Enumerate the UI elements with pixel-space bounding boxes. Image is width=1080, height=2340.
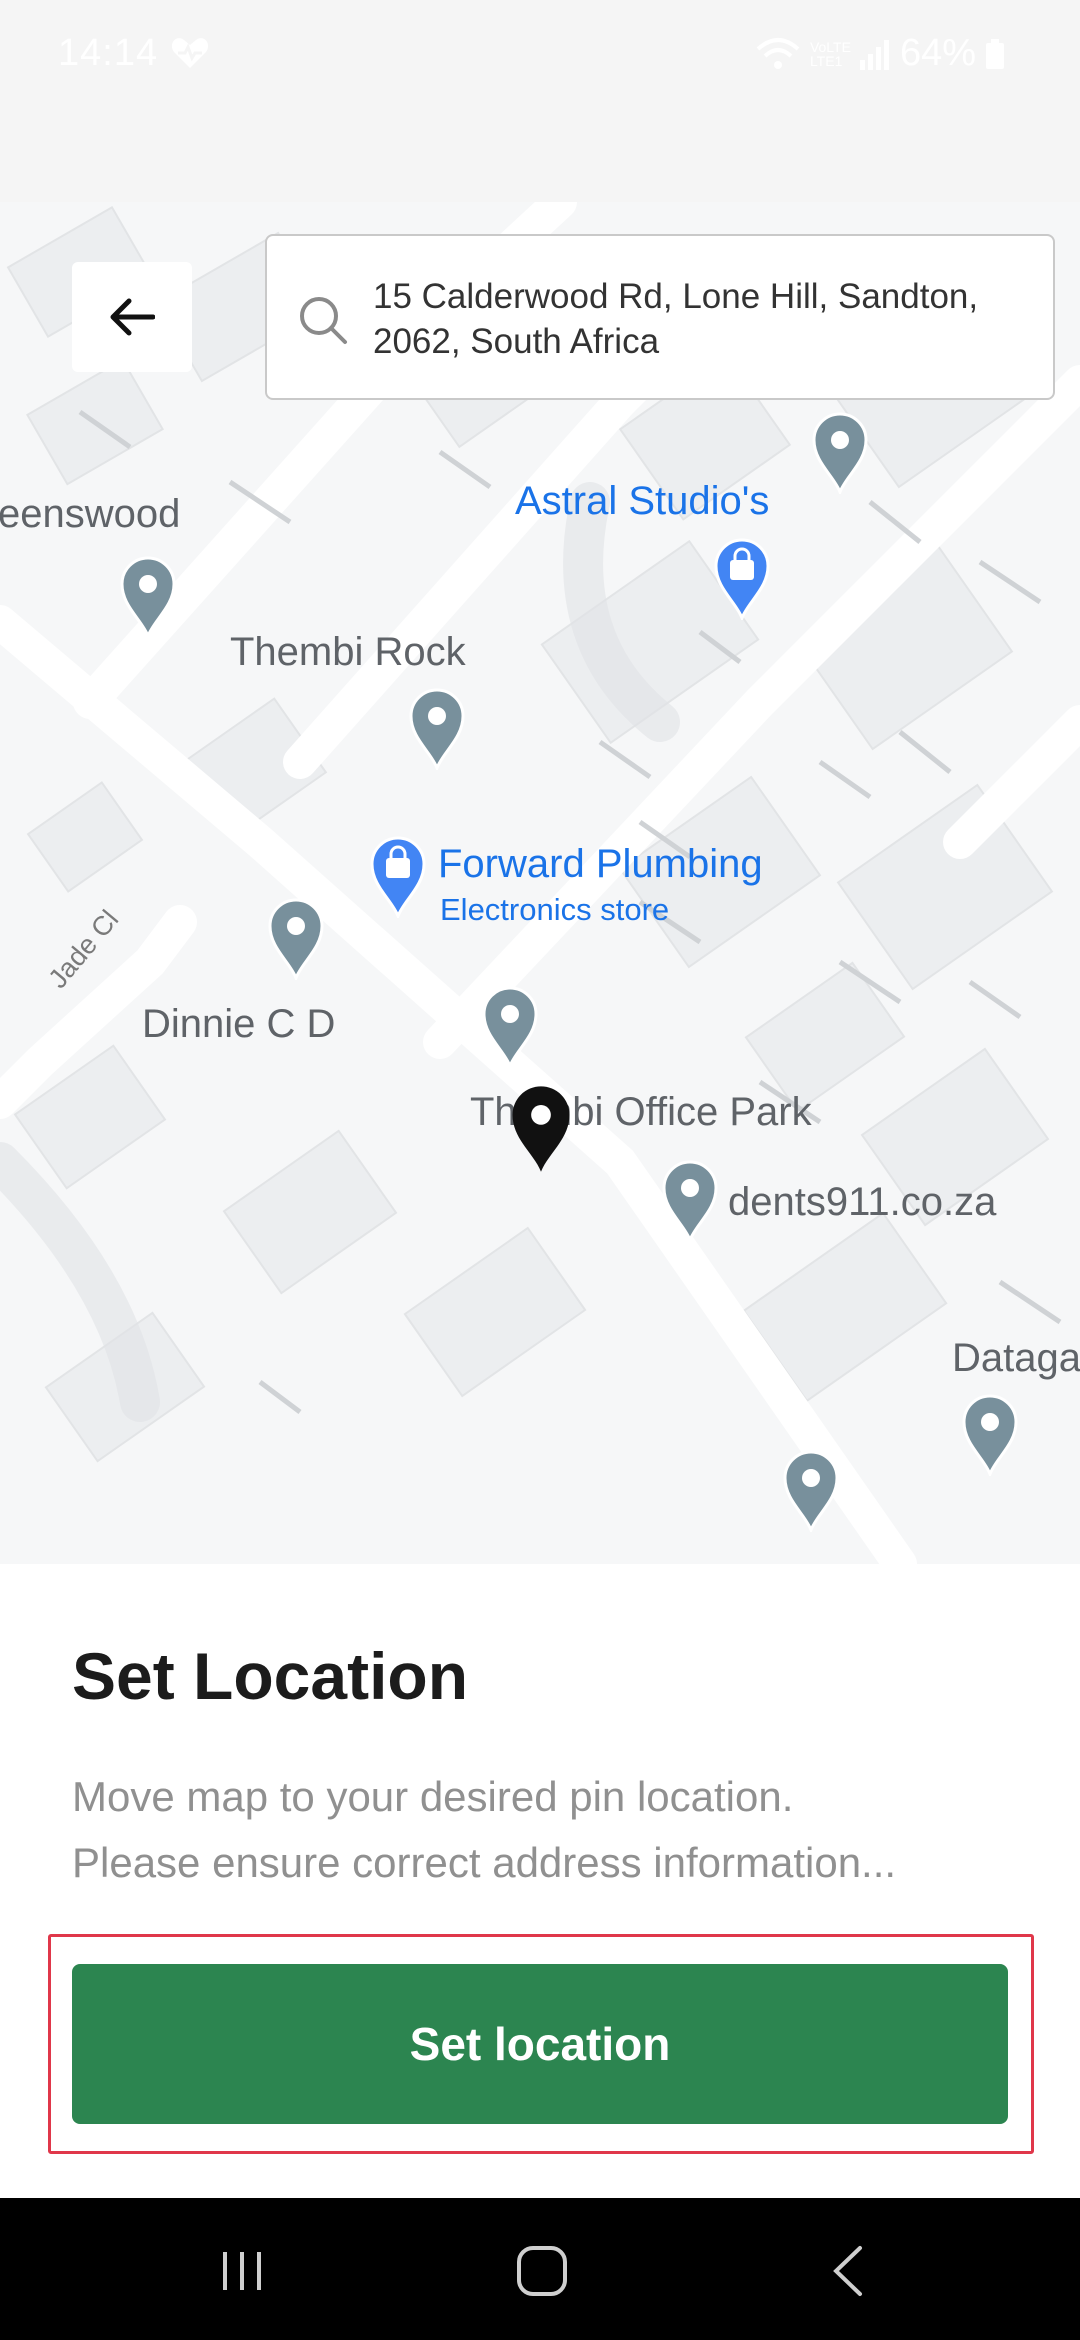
sheet-title: Set Location (72, 1639, 469, 1713)
header-band (0, 110, 1080, 202)
map-label-astral-studios[interactable]: Astral Studio's (515, 479, 769, 524)
status-bar: 14:14 VoLTE LTE1 64% (0, 0, 1080, 110)
map-label-forward-plumbing[interactable]: Forward Plumbing (438, 842, 763, 887)
bottom-sheet: Set Location Move map to your desired pi… (0, 1564, 1080, 2198)
system-nav-bar (0, 2198, 1080, 2340)
address-text: 15 Calderwood Rd, Lone Hill, Sandton, 20… (373, 274, 1033, 364)
location-pin-icon[interactable] (480, 984, 540, 1071)
back-nav-button[interactable] (808, 2236, 888, 2306)
wifi-icon (756, 37, 800, 71)
heart-health-icon (170, 36, 210, 70)
signal-icon (859, 38, 890, 70)
back-button[interactable] (72, 262, 192, 372)
map-view[interactable]: eenswood Astral Studio's Thembi Rock For… (0, 202, 1080, 1564)
selected-location-pin-icon[interactable] (508, 1082, 574, 1174)
back-icon (833, 2246, 862, 2296)
status-indicators: VoLTE LTE1 64% (756, 32, 1004, 75)
sheet-description: Move map to your desired pin location. P… (72, 1764, 1022, 1896)
recents-button[interactable] (202, 2236, 282, 2306)
description-line-1: Move map to your desired pin location. (72, 1773, 794, 1820)
map-label-greenswood[interactable]: eenswood (0, 492, 180, 537)
shopping-bag-icon[interactable] (368, 834, 428, 921)
battery-level: 64% (899, 32, 976, 74)
location-pin-icon[interactable] (810, 410, 870, 497)
location-pin-icon[interactable] (660, 1158, 720, 1245)
location-pin-icon[interactable] (960, 1392, 1020, 1479)
back-arrow-icon (110, 298, 155, 336)
recents-icon (223, 2252, 261, 2290)
map-label-thembi-rock[interactable]: Thembi Rock (230, 630, 466, 675)
map-label-dents911[interactable]: dents911.co.za (728, 1180, 996, 1225)
network-label: VoLTE LTE1 (809, 38, 851, 69)
address-line-2: 2062, South Africa (373, 322, 660, 361)
location-pin-icon[interactable] (407, 686, 467, 773)
map-label-dinnie[interactable]: Dinnie C D (142, 1002, 335, 1047)
home-icon (517, 2246, 567, 2296)
address-search-field[interactable]: 15 Calderwood Rd, Lone Hill, Sandton, 20… (265, 234, 1055, 400)
map-label-electronics-store: Electronics store (440, 892, 670, 927)
map-label-dataga[interactable]: Dataga (952, 1336, 1080, 1381)
search-icon (300, 297, 347, 344)
location-pin-icon[interactable] (781, 1448, 841, 1535)
address-line-1: 15 Calderwood Rd, Lone Hill, Sandton, (373, 277, 979, 316)
home-button[interactable] (502, 2236, 582, 2306)
set-location-button[interactable]: Set location (72, 1964, 1008, 2124)
status-time: 14:14 (58, 32, 159, 74)
description-line-2: Please ensure correct address informatio… (72, 1839, 897, 1886)
battery-icon (986, 38, 1004, 69)
location-pin-icon[interactable] (266, 896, 326, 983)
location-pin-icon[interactable] (118, 554, 178, 641)
shopping-bag-icon[interactable] (712, 536, 772, 623)
